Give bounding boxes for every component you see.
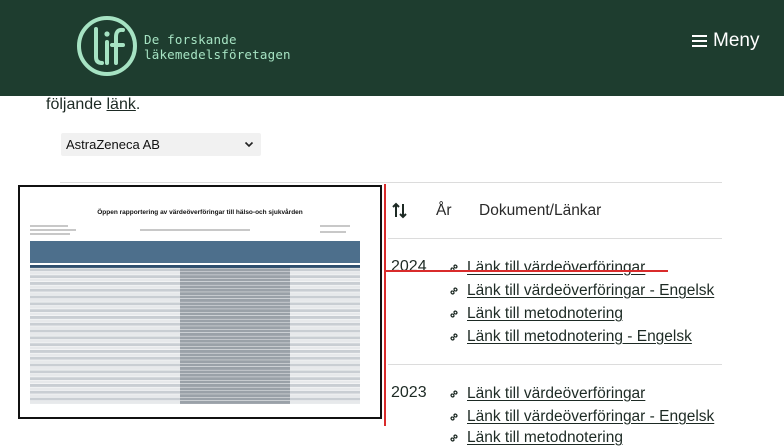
chain-link-icon [450,390,458,398]
menu-label: Meny [713,30,760,51]
table-link[interactable]: Länk till värdeöverföringar [448,258,645,278]
preview-cell [180,278,290,282]
preview-cell [180,299,290,302]
year-cell: 2024 [391,258,427,275]
preview-cell [180,350,290,353]
table-header-border [388,238,722,239]
preview-meta-line [140,229,250,231]
preview-cell [180,343,290,347]
preview-cell [180,265,290,268]
preview-cell [180,387,290,391]
intro-link[interactable]: länk [107,96,136,113]
site-header: De forskande läkemedelsföretagen Meny [0,0,784,96]
preview-title: Öppen rapportering av värdeöverföringar … [97,209,303,216]
preview-cell [180,360,290,364]
preview-cell [180,305,290,309]
chain-link-icon [450,333,458,341]
preview-cell [180,377,290,381]
preview-cell [180,326,290,330]
chain-link-icon [450,434,458,442]
table-link[interactable]: Länk till metodnotering [448,304,623,324]
link-text: Länk till metodnotering - Engelsk [467,328,692,345]
preview-cell [180,329,290,333]
link-text: Länk till värdeöverföringar [467,385,646,402]
report-preview-thumbnail: Öppen rapportering av värdeöverföringar … [18,185,382,419]
lif-logo-icon[interactable] [76,15,138,77]
chain-link-icon [450,287,458,295]
preview-cell [180,268,290,272]
intro-suffix: . [135,96,141,113]
preview-meta-line [30,233,70,235]
link-text: Länk till metodnotering [467,305,623,322]
preview-table-header [30,241,360,263]
logo-line-2: läkemedelsföretagen [144,47,291,62]
preview-cell [180,295,290,299]
preview-cell [180,312,290,316]
preview-meta-line [30,229,76,231]
annotation-underline [386,270,668,272]
table-top-border [60,182,722,183]
column-header-year[interactable]: År [436,202,452,220]
chain-link-icon [450,413,458,421]
table-row-border [388,364,722,365]
preview-cell [180,275,290,279]
preview-cell [180,401,290,404]
company-select[interactable]: AstraZeneca AB [61,133,261,156]
preview-cell [180,309,290,313]
preview-cell [180,384,290,387]
link-text: Länk till metodnotering [467,429,623,446]
sort-arrows-icon[interactable] [391,202,408,219]
preview-table-rows [30,265,360,404]
preview-cell [180,339,290,343]
column-header-documents: Dokument/Länkar [479,202,602,219]
preview-cell [180,390,290,394]
preview-cell [180,397,290,401]
menu-button[interactable]: Meny [692,28,759,54]
link-text: Länk till värdeöverföringar [467,259,646,276]
preview-cell [180,380,290,384]
preview-cell [180,373,290,377]
table-link[interactable]: Länk till värdeöverföringar - Engelsk [448,407,714,427]
preview-cell [180,367,290,370]
preview-cell [180,316,290,319]
logo-text[interactable]: De forskande läkemedelsföretagen [144,32,291,62]
preview-cell [180,346,290,350]
preview-cell [180,319,290,323]
preview-meta-line [30,225,68,227]
preview-cell [180,356,290,360]
preview-cell [180,288,290,292]
table-link[interactable]: Länk till metodnotering [448,428,623,448]
logo-line-1: De forskande [144,32,237,47]
intro-text: följande länk. [46,96,140,114]
preview-cell [180,394,290,398]
annotation-vertical-line [384,184,386,426]
preview-cell [180,336,290,340]
link-text: Länk till värdeöverföringar - Engelsk [467,282,715,299]
chevron-down-icon [244,141,254,148]
preview-cell [180,370,290,374]
preview-cell [180,333,290,336]
preview-cell [180,285,290,289]
chain-link-icon [450,264,458,272]
preview-cell [180,322,290,326]
year-cell: 2023 [391,384,427,401]
table-link[interactable]: Länk till metodnotering - Engelsk [448,327,692,347]
company-select-value: AstraZeneca AB [66,137,160,152]
preview-cell [180,282,290,285]
table-link[interactable]: Länk till värdeöverföringar - Engelsk [448,281,714,301]
table-link[interactable]: Länk till värdeöverföringar [448,384,645,404]
chain-link-icon [450,310,458,318]
preview-cell [180,292,290,296]
hamburger-icon [692,34,707,48]
link-text: Länk till värdeöverföringar - Engelsk [467,408,715,425]
preview-cell [180,363,290,367]
preview-cell [180,302,290,306]
preview-cell [180,353,290,357]
preview-meta-line [320,225,350,227]
intro-text-prefix: följande [46,96,107,113]
preview-meta-line [320,231,346,233]
preview-cell [180,271,290,275]
